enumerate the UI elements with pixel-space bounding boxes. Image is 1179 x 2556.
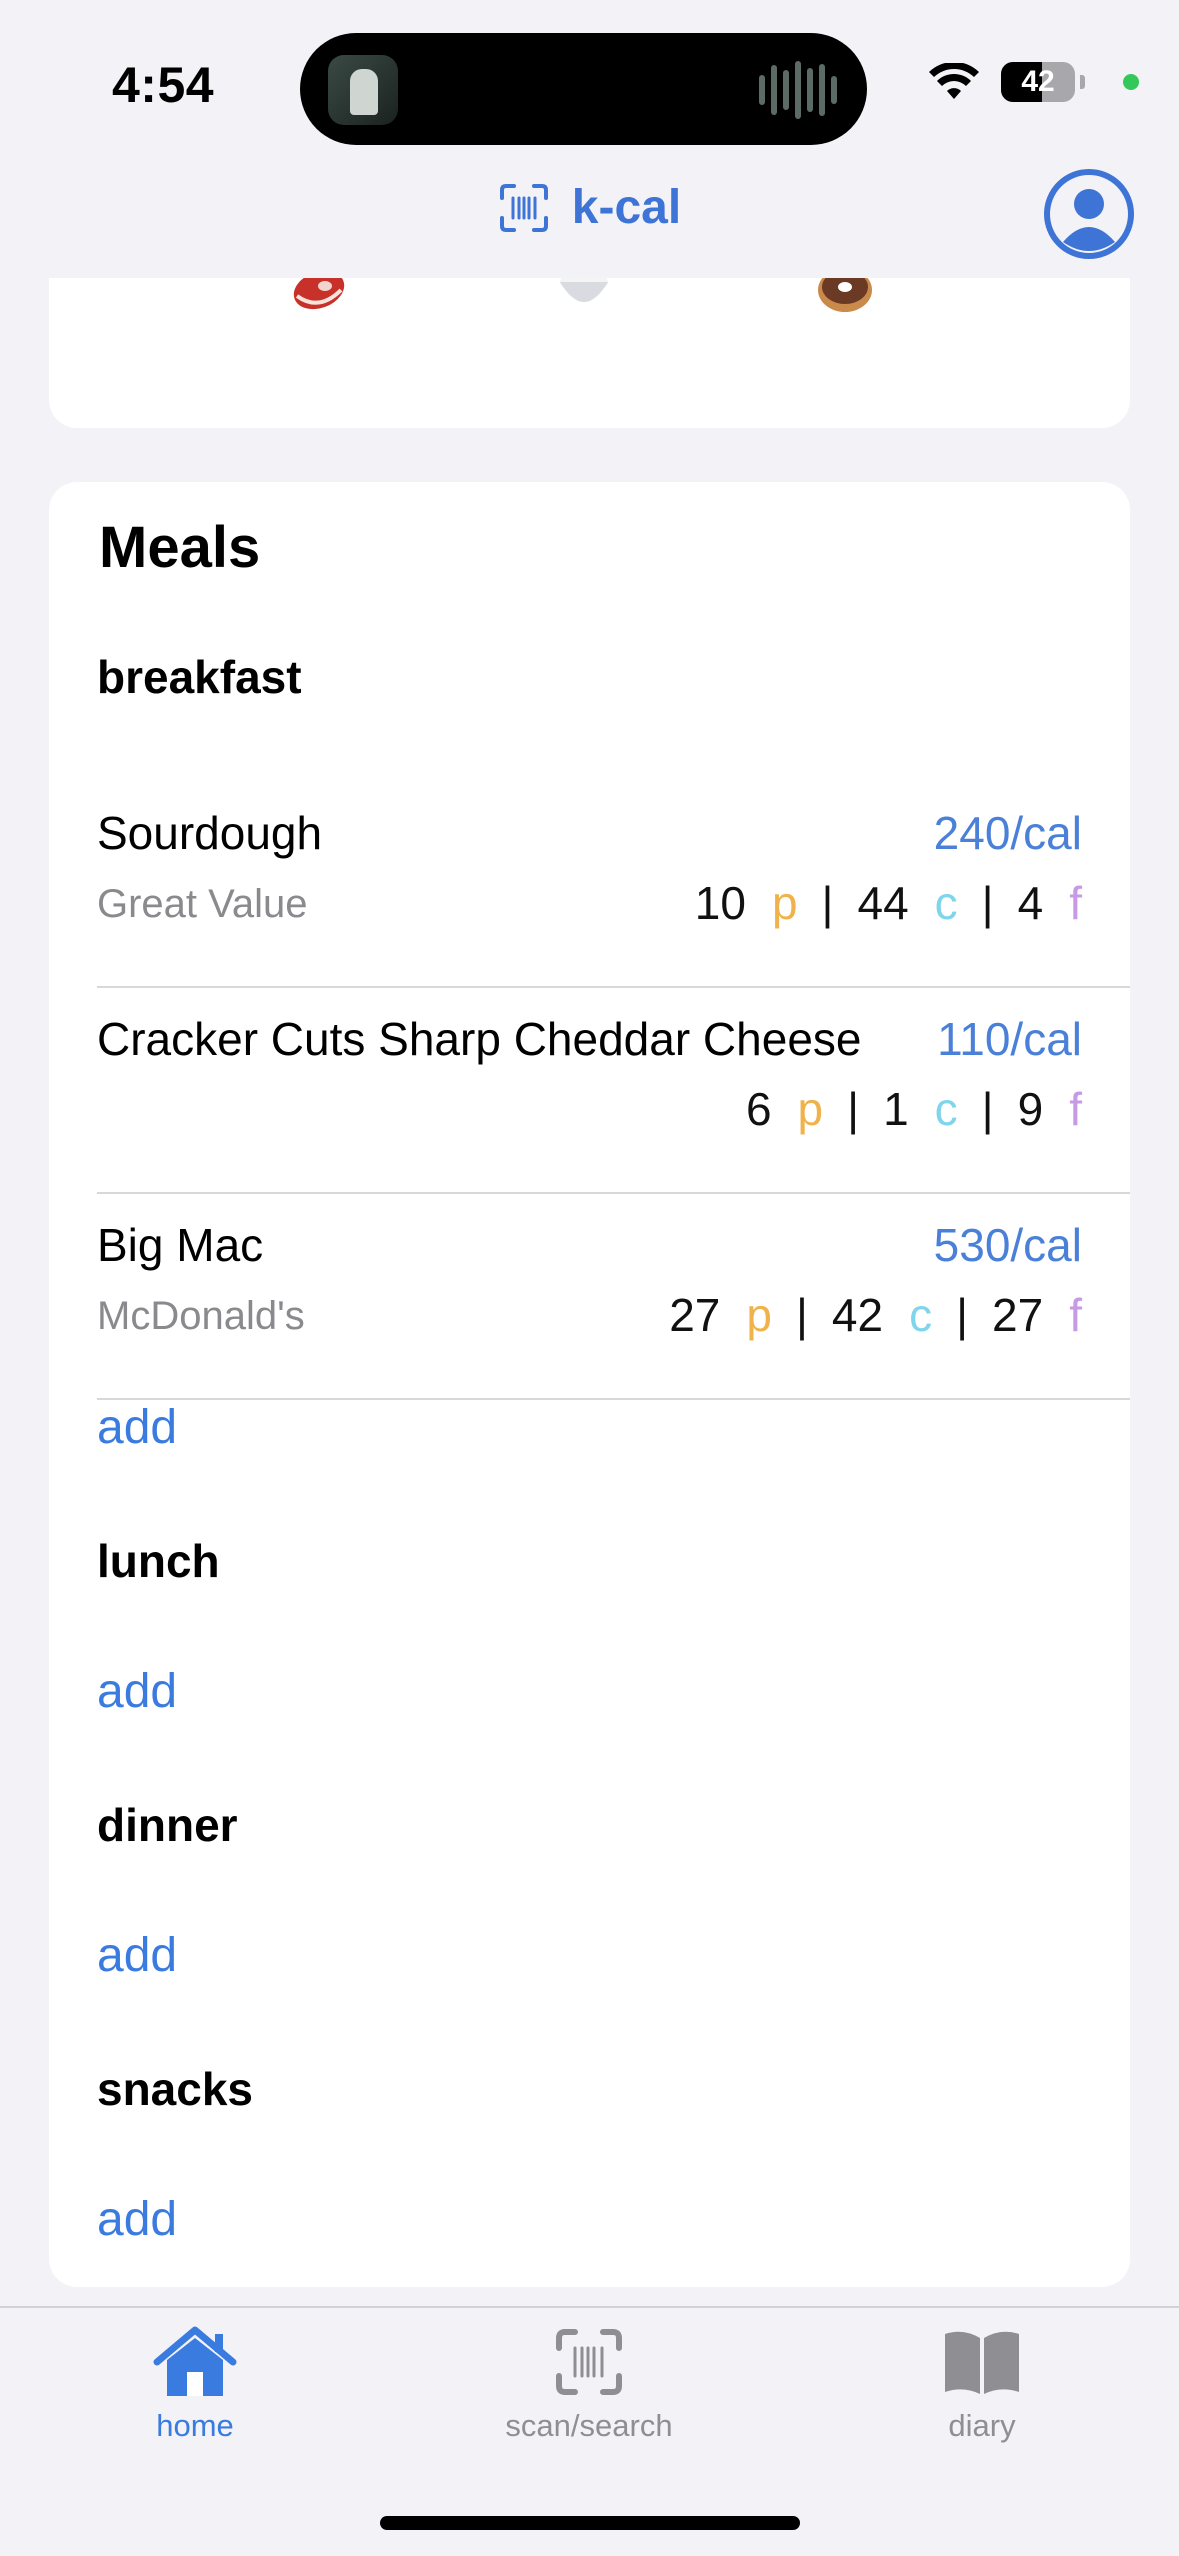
food-name: Sourdough (97, 807, 323, 859)
tab-label: diary (948, 2408, 1016, 2443)
carbs-letter: c (909, 1289, 933, 1341)
food-name: Big Mac (97, 1219, 264, 1271)
protein-letter: p (797, 1083, 824, 1135)
house-icon (153, 2326, 237, 2396)
macro-separator: | (821, 877, 834, 929)
person-circle-icon[interactable] (1043, 168, 1135, 260)
carbs-letter: c (934, 877, 958, 929)
status-time: 4:54 (112, 57, 215, 113)
tab-scan-search[interactable]: scan/search (469, 2326, 709, 2444)
add-lunch-button[interactable]: add (97, 1664, 177, 1719)
add-snacks-button[interactable]: add (97, 2192, 177, 2247)
app-title: k-cal (571, 181, 682, 234)
meals-card: Meals breakfast Sourdough Great Value 24… (49, 482, 1130, 2287)
home-indicator[interactable] (380, 2516, 800, 2530)
fat-value: 27 (992, 1289, 1044, 1341)
fat-letter: f (1069, 1083, 1082, 1135)
macro-separator: | (795, 1289, 808, 1341)
food-row[interactable]: Cracker Cuts Sharp Cheddar Cheese 110/ca… (97, 988, 1130, 1194)
food-row[interactable]: Sourdough Great Value 240/cal 10 p | 44 … (97, 782, 1130, 988)
fat-value: 9 (1017, 1083, 1044, 1135)
food-macros: 10 p | 44 c | 4 f (695, 876, 1082, 930)
macro-separator: | (981, 1083, 994, 1135)
food-calories: 530/cal (933, 1219, 1082, 1271)
macro-separator: | (956, 1289, 969, 1341)
food-row[interactable]: Big Mac McDonald's 530/cal 27 p | 42 c |… (97, 1194, 1130, 1400)
add-breakfast-button[interactable]: add (97, 1400, 177, 1455)
fat-letter: f (1069, 1289, 1082, 1341)
section-lunch: lunch (97, 1535, 220, 1587)
food-brand: Great Value (97, 882, 308, 926)
fat-letter: f (1069, 877, 1082, 929)
fat-value: 4 (1017, 877, 1044, 929)
food-name: Cracker Cuts Sharp Cheddar Cheese (97, 1013, 862, 1065)
protein-value: 10 (694, 877, 746, 929)
audio-waveform-icon (759, 61, 837, 119)
macro-separator: | (847, 1083, 860, 1135)
food-calories: 110/cal (937, 1013, 1082, 1065)
food-brand: McDonald's (97, 1294, 305, 1338)
food-macros: 27 p | 42 c | 27 f (669, 1288, 1082, 1342)
battery-level: 42 (1021, 65, 1055, 98)
barcode-scan-icon (499, 183, 548, 232)
status-bar: 4:54 42 (0, 0, 1179, 150)
food-macros: 6 p | 1 c | 9 f (746, 1082, 1082, 1136)
add-dinner-button[interactable]: add (97, 1928, 177, 1983)
wifi-icon (929, 63, 979, 99)
carbs-value: 1 (883, 1083, 909, 1135)
now-playing-art-icon (328, 55, 398, 125)
meals-title: Meals (99, 515, 261, 580)
dynamic-island[interactable] (300, 33, 867, 145)
privacy-indicator-dot (1123, 74, 1139, 90)
tab-diary[interactable]: diary (862, 2326, 1102, 2444)
tab-home[interactable]: home (75, 2326, 315, 2444)
protein-value: 6 (745, 1083, 772, 1135)
nav-header: k-cal (0, 150, 1179, 278)
protein-letter: p (746, 1289, 772, 1341)
carbs-value: 42 (831, 1289, 884, 1341)
carbs-value: 44 (857, 877, 909, 929)
carbs-letter: c (934, 1083, 958, 1135)
macro-separator: | (981, 877, 994, 929)
protein-value: 27 (669, 1289, 721, 1341)
food-calories: 240/cal (933, 807, 1082, 859)
barcode-viewfinder-icon (556, 2329, 622, 2395)
section-dinner: dinner (97, 1799, 238, 1851)
battery-icon: 42 (1001, 62, 1085, 102)
book-icon (945, 2331, 1019, 2394)
tab-label: scan/search (505, 2408, 673, 2443)
section-snacks: snacks (97, 2063, 254, 2115)
tab-label: home (156, 2408, 234, 2443)
protein-letter: p (771, 877, 798, 929)
section-breakfast: breakfast (97, 651, 302, 703)
